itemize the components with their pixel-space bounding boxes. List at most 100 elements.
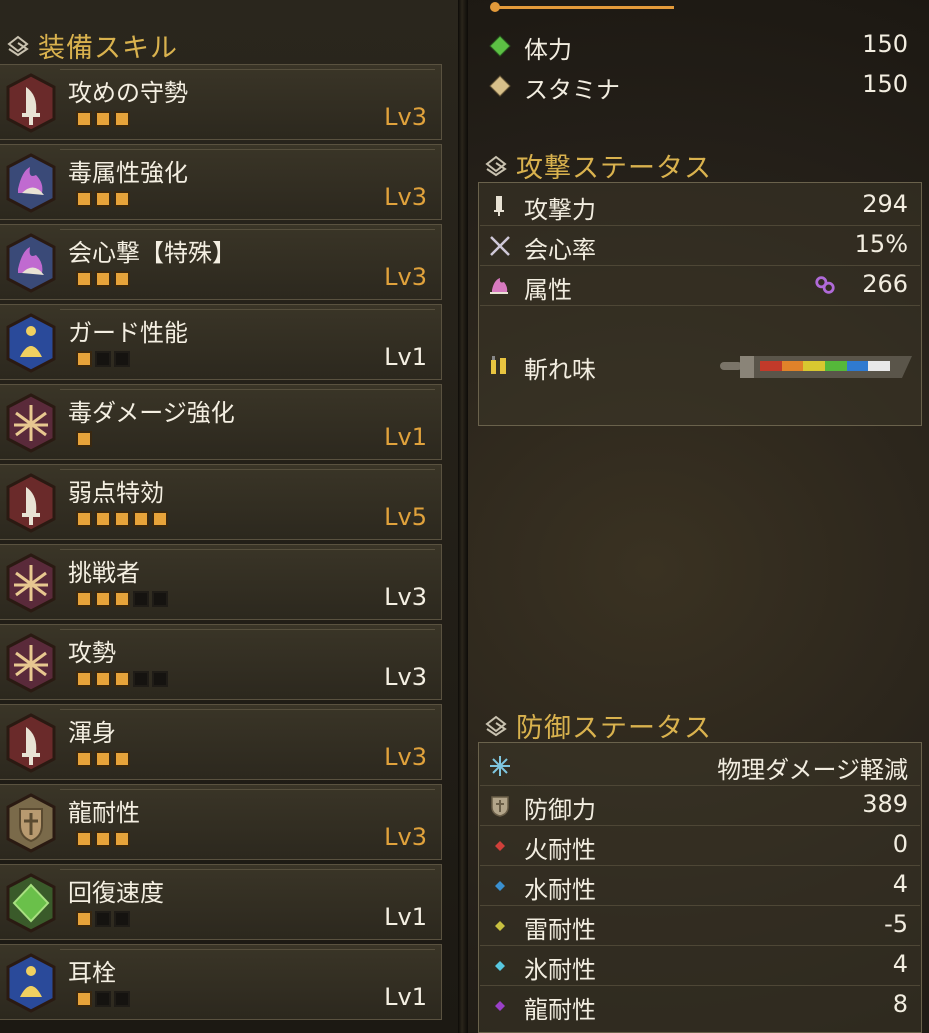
skill-row[interactable]: 回復速度 Lv1 — [0, 864, 442, 940]
row-divider — [480, 985, 920, 986]
section-emblem-icon — [485, 155, 507, 176]
skill-row[interactable]: 攻勢 Lv3 — [0, 624, 442, 700]
defense-stat-row: 氷耐性 4 — [480, 946, 920, 986]
level-pip-filled — [95, 271, 111, 287]
sharpness-gauge — [718, 352, 914, 382]
skill-level-pips — [76, 351, 130, 367]
skill-row[interactable]: 毒ダメージ強化 Lv1 — [0, 384, 442, 460]
skill-row[interactable]: 渾身 Lv3 — [0, 704, 442, 780]
defense-stat-row: 雷耐性 -5 — [480, 906, 920, 946]
skill-row[interactable]: 毒属性強化 Lv3 — [0, 144, 442, 220]
ice-icon — [495, 961, 505, 971]
level-pip-filled — [76, 431, 92, 447]
stat-label: 火耐性 — [524, 836, 596, 864]
row-divider — [480, 785, 920, 786]
skill-level: Lv3 — [384, 583, 427, 611]
skill-row[interactable]: 会心撃【特殊】 Lv3 — [0, 224, 442, 300]
level-pip-filled — [95, 751, 111, 767]
sword-icon — [494, 196, 504, 216]
level-pip-filled — [114, 191, 130, 207]
poison-element-icon — [815, 276, 835, 294]
skill-level: Lv1 — [384, 343, 427, 371]
top-status-bar — [490, 0, 910, 14]
skill-row[interactable]: 弱点特効 Lv5 — [0, 464, 442, 540]
stat-label: 体力 — [524, 36, 572, 64]
skill-level: Lv5 — [384, 503, 427, 531]
level-pip-filled — [114, 271, 130, 287]
stat-label: 防御力 — [524, 796, 596, 824]
skill-level: Lv3 — [384, 823, 427, 851]
attack-stat-row: 属性 266 — [480, 266, 920, 306]
level-pip-filled — [76, 191, 92, 207]
skills-section-title: 装備スキル — [38, 33, 178, 64]
stat-value: 150 — [862, 70, 908, 98]
blade-icon — [6, 713, 56, 773]
defense-shield-icon — [491, 796, 509, 817]
attack-stat-row: 攻撃力 294 — [480, 186, 920, 226]
stat-value: 389 — [862, 790, 908, 818]
defense-header-row: 物理ダメージ軽減 — [480, 746, 920, 786]
level-pip-empty — [114, 991, 130, 1007]
level-pip-filled — [114, 511, 130, 527]
defense-stat-row: 火耐性 0 — [480, 826, 920, 866]
skill-row[interactable]: 龍耐性 Lv3 — [0, 784, 442, 860]
skill-level: Lv1 — [384, 983, 427, 1011]
level-pip-filled — [133, 511, 149, 527]
level-pip-filled — [152, 511, 168, 527]
skill-level: Lv3 — [384, 743, 427, 771]
level-pip-filled — [95, 591, 111, 607]
skill-level-pips — [76, 191, 130, 207]
skill-row[interactable]: ガード性能 Lv1 — [0, 304, 442, 380]
level-pip-filled — [76, 511, 92, 527]
level-pip-empty — [95, 911, 111, 927]
sharpness-colors — [760, 361, 891, 371]
skill-row[interactable]: 攻めの守勢 Lv3 — [0, 64, 442, 140]
stat-label: 龍耐性 — [524, 996, 596, 1024]
row-divider — [480, 865, 920, 866]
green-diamond-icon — [489, 35, 511, 57]
level-pip-filled — [76, 351, 92, 367]
stat-value: 0 — [892, 830, 908, 858]
skill-level-pips — [76, 751, 130, 767]
sharpness-segment — [868, 361, 891, 371]
stat-label: 属性 — [524, 276, 572, 304]
burst-icon — [6, 553, 56, 613]
level-pip-filled — [114, 111, 130, 127]
skill-level-pips — [76, 671, 168, 687]
level-pip-filled — [95, 831, 111, 847]
skill-level-pips — [76, 431, 92, 447]
stat-value: 294 — [862, 190, 908, 218]
level-pip-empty — [114, 911, 130, 927]
stat-label: 攻撃力 — [524, 196, 596, 224]
level-pip-filled — [76, 271, 92, 287]
stat-label: 氷耐性 — [524, 956, 596, 984]
skill-name: 攻めの守勢 — [68, 79, 188, 107]
snowflake-icon — [490, 756, 510, 776]
skill-level-pips — [76, 911, 130, 927]
skill-name: ガード性能 — [68, 319, 188, 347]
skill-row[interactable]: 耳栓 Lv1 — [0, 944, 442, 1020]
stat-label: 雷耐性 — [524, 916, 596, 944]
crossed-swords-icon — [490, 236, 510, 256]
row-divider — [480, 305, 920, 306]
dragon-icon — [495, 1001, 505, 1011]
stat-value: 4 — [892, 870, 908, 898]
skill-row[interactable]: 挑戦者 Lv3 — [0, 544, 442, 620]
skill-name: 渾身 — [68, 719, 116, 747]
stat-value: 266 — [862, 270, 908, 298]
level-pip-empty — [152, 591, 168, 607]
level-pip-empty — [133, 671, 149, 687]
meditate-icon — [6, 953, 56, 1013]
level-pip-filled — [76, 831, 92, 847]
shield-icon — [6, 793, 56, 853]
stat-label: 会心率 — [524, 236, 596, 264]
level-pip-empty — [95, 351, 111, 367]
stat-value: -5 — [884, 910, 908, 938]
defense-stat-row: 水耐性 4 — [480, 866, 920, 906]
sharpness-segment — [781, 361, 804, 371]
skill-level: Lv3 — [384, 103, 427, 131]
level-pip-empty — [114, 351, 130, 367]
skill-level-pips — [76, 831, 130, 847]
skill-level: Lv1 — [384, 903, 427, 931]
flame-blade-icon — [6, 153, 56, 213]
